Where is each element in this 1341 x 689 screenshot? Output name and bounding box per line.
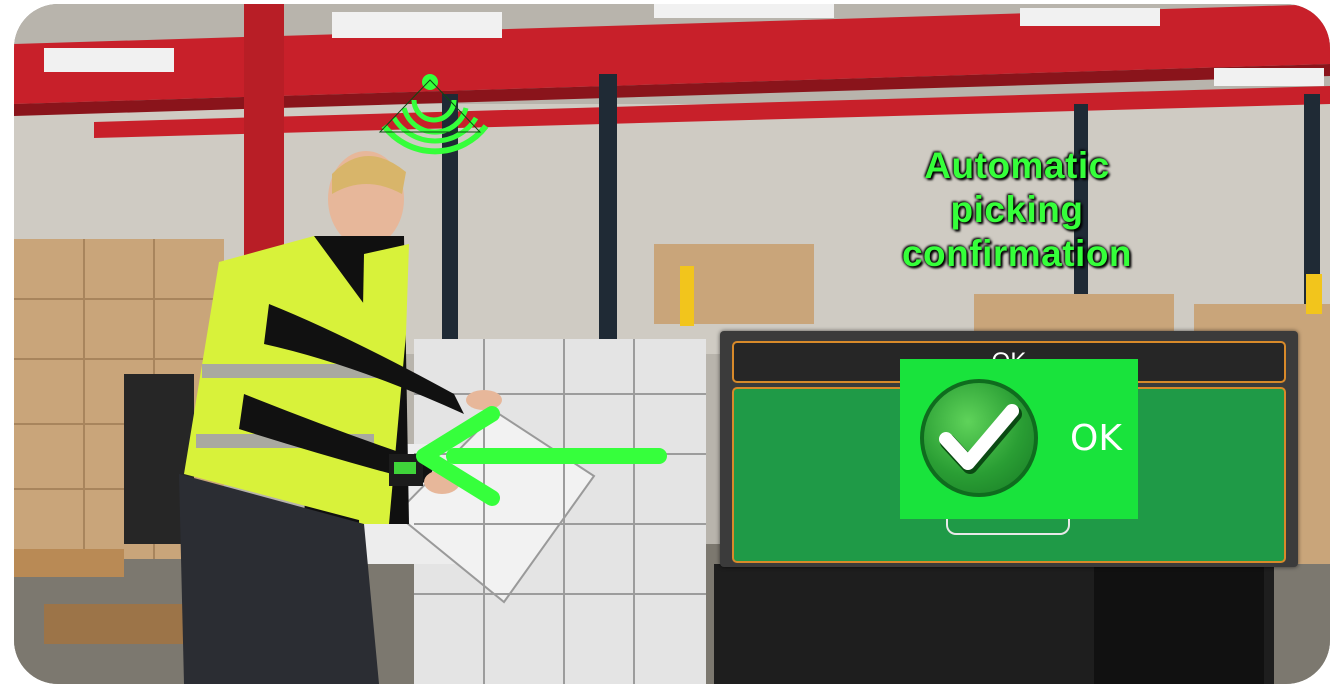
headline-line-1: Automatic [924, 145, 1110, 186]
ok-confirmation-popup: OK [900, 359, 1138, 519]
headline-line-3: confirmation [901, 233, 1133, 274]
checkmark-icon [920, 379, 1038, 497]
ok-label: OK [1070, 418, 1122, 459]
video-frame: Automatic picking confirmation OK OK [14, 4, 1330, 684]
headline-line-2: picking [950, 189, 1084, 230]
headline-overlay: Automatic picking confirmation [872, 144, 1162, 276]
